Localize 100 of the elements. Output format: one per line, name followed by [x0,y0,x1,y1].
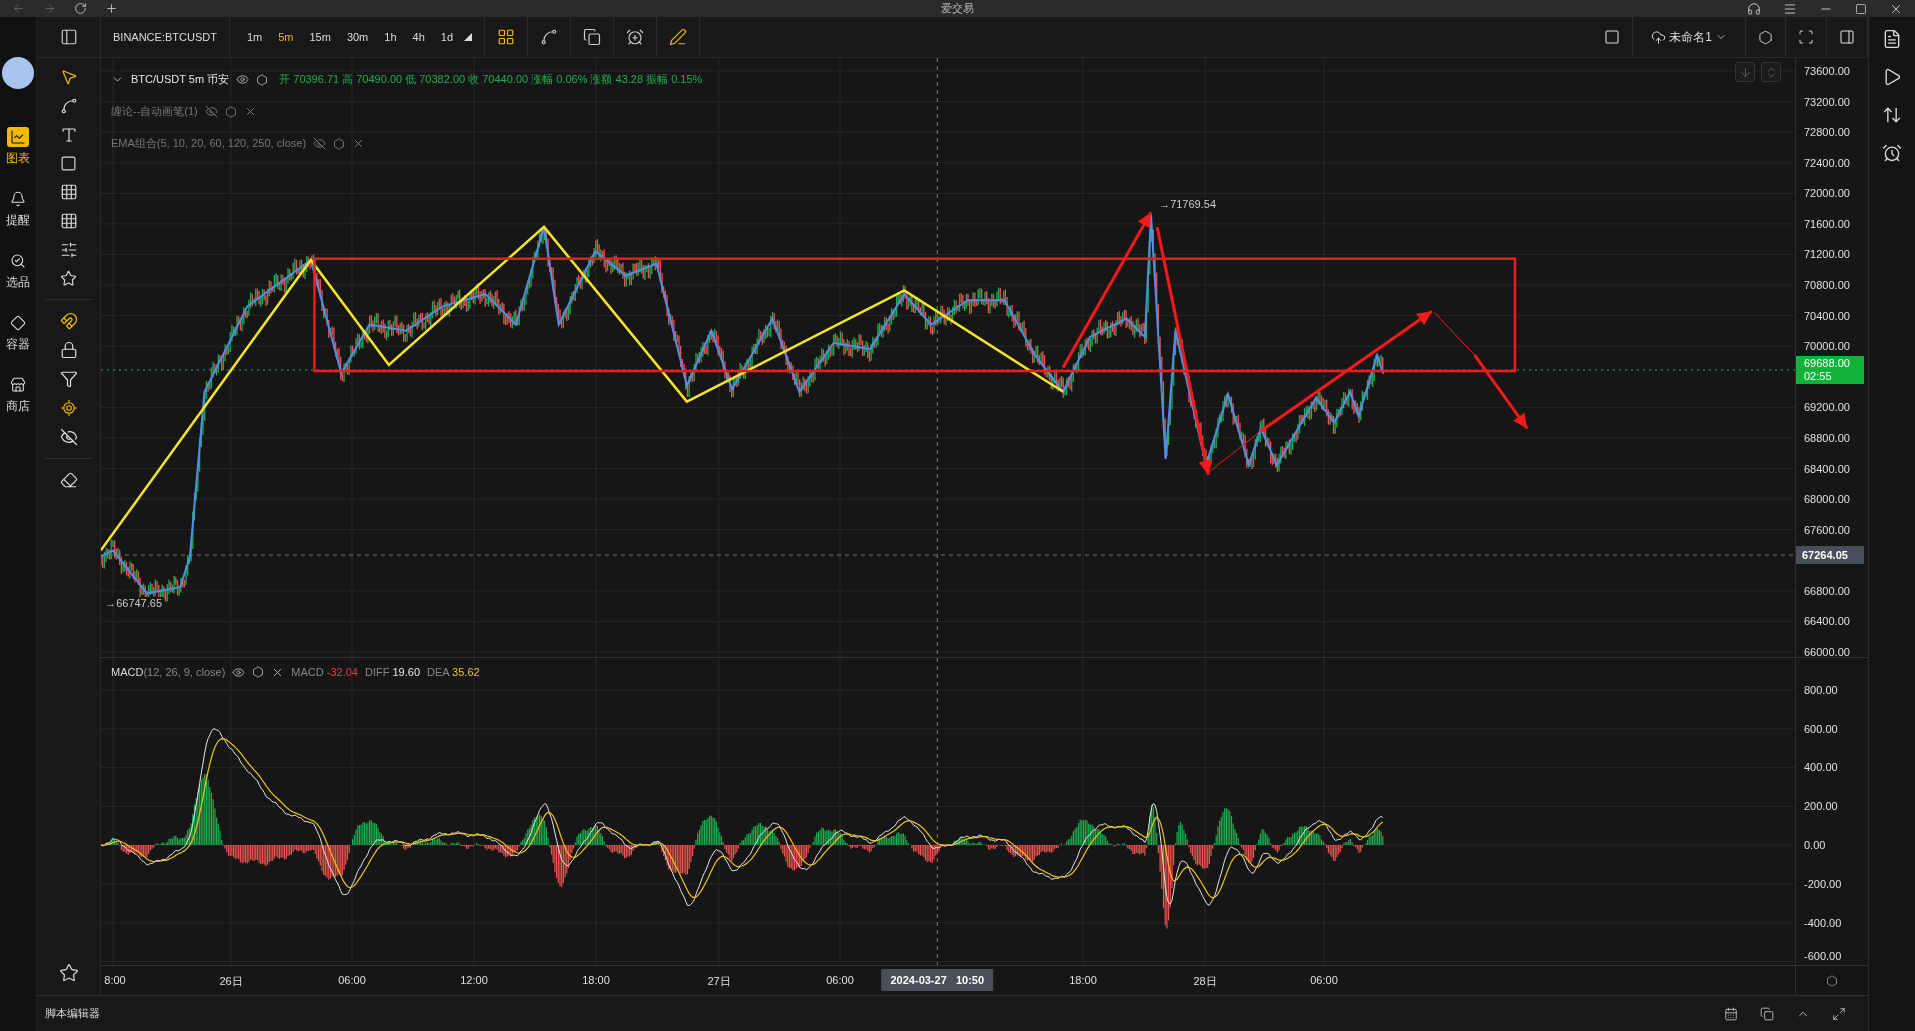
time-tick: 06:00 [826,974,854,987]
symbol-legend: BTC/USDT 5m 币安 [131,72,230,87]
interval-button[interactable]: 15m [304,29,336,45]
time-tick: 12:00 [460,974,488,987]
indicator-name: MACD(12, 26, 9, close) [111,666,226,679]
crosshair-price: 67264.05 [1796,546,1864,564]
eraser-icon[interactable] [59,471,78,489]
time-tick: 26日 [219,974,243,990]
script-editor-title[interactable]: 脚本编辑器 [45,1006,100,1021]
macd-value: MACD -32.04 [291,666,358,679]
macd-tick: -200.00 [1804,877,1842,890]
macd-tick: -400.00 [1804,916,1842,929]
filter-icon[interactable] [59,370,78,388]
indicator-name: EMA组合(5, 10, 20, 60, 120, 250, close) [111,136,307,151]
settings-icon[interactable] [256,73,269,86]
price-tick: 66800.00 [1804,584,1850,597]
eye-icon[interactable] [232,665,246,679]
interval-button[interactable]: 4h [407,29,430,45]
time-tick: 06:00 [338,974,366,987]
reload-icon[interactable] [74,2,87,15]
interval-button[interactable]: 30m [341,29,374,45]
price-tick: 68400.00 [1804,462,1850,475]
sliders-icon[interactable] [59,241,78,259]
interval-button[interactable]: 1m [241,29,268,45]
price-tick: 73200.00 [1804,95,1850,108]
grid-icon[interactable] [59,212,78,230]
target-icon[interactable] [59,399,78,417]
panel-right-icon[interactable] [1839,29,1855,45]
new-tab-icon[interactable] [105,2,118,15]
macd-tick: 800.00 [1804,683,1838,696]
text-icon[interactable] [59,126,78,144]
swap-icon[interactable] [1882,105,1902,125]
settings-icon[interactable] [1758,29,1773,45]
sidebar-item[interactable]: 商店 [6,375,30,415]
favorite-icon[interactable] [58,963,79,983]
price-tick: 73600.00 [1804,65,1850,77]
sidebar-item[interactable]: 容器 [6,313,30,353]
price-tick: 68800.00 [1804,431,1850,444]
sidebar-icon [10,129,26,145]
time-tick: 8:00 [104,974,126,987]
alarm-add-icon[interactable] [626,28,645,46]
rectangle-icon[interactable] [60,155,77,172]
menu-icon[interactable] [1783,1,1797,16]
symbol-name[interactable]: BINANCE:BTCUSDT [113,31,217,43]
price-tick: 67600.00 [1804,523,1850,536]
crosshair-time: 2024-03-27 10:50 [881,969,994,992]
sidebar-toggle-icon[interactable] [59,28,78,46]
interval-button[interactable]: 1h [379,29,402,45]
dropdown-triangle-icon[interactable] [464,33,473,41]
headset-icon[interactable] [1747,1,1761,16]
avatar[interactable] [2,57,34,89]
draw-icon[interactable] [669,28,688,46]
price-tick: 66000.00 [1804,646,1850,658]
list-icon[interactable] [1882,29,1902,49]
eye-icon[interactable] [236,73,250,86]
expand-icon[interactable] [1832,1006,1846,1021]
maximize-icon[interactable] [1855,2,1867,15]
layout-menu[interactable]: 未命名1 [1645,27,1733,47]
fullscreen-icon[interactable] [1798,29,1814,45]
calendar-icon[interactable] [1724,1006,1738,1021]
sidebar-icon [10,377,26,393]
interval-button[interactable]: 1d [435,29,459,45]
price-tick: 72800.00 [1804,126,1850,139]
copy-icon[interactable] [1760,1006,1774,1021]
cursor-icon[interactable] [59,68,78,86]
alarm-icon[interactable] [1882,143,1902,163]
price-tick: 71600.00 [1804,217,1850,230]
price-tick: 70800.00 [1804,279,1850,292]
price-tick: 69200.00 [1804,401,1850,414]
macd-tick: -600.00 [1804,949,1842,962]
settings-icon[interactable] [1826,974,1838,987]
price-tick: 71200.00 [1804,248,1850,261]
square-icon[interactable] [1604,29,1621,45]
time-tick: 06:00 [1310,974,1338,987]
last-price-badge: 69688.00 02:55 [1796,356,1864,384]
price-tick: 68000.00 [1804,493,1850,506]
lock-icon[interactable] [59,341,78,359]
interval-button[interactable]: 5m [273,29,299,45]
polyline-icon[interactable] [59,97,78,115]
sidebar-icon [10,191,26,207]
settings-icon[interactable] [224,105,237,118]
time-tick: 18:00 [1069,974,1097,987]
compare-icon[interactable] [583,28,602,46]
macd-value: DEA 35.62 [427,666,480,679]
macd-tick: 400.00 [1804,761,1838,774]
macd-value: DIFF 19.60 [365,666,421,679]
indicator-icon[interactable] [540,28,559,46]
sidebar-item[interactable]: 提醒 [6,189,30,229]
sidebar-icon [10,315,26,331]
price-tick: 70400.00 [1804,309,1850,322]
sidebar-item[interactable]: 图表 [6,127,30,167]
settings-icon[interactable] [333,137,346,150]
settings-icon[interactable] [252,666,265,679]
price-tick: 72400.00 [1804,156,1850,169]
price-tick: 66400.00 [1804,615,1850,628]
magnet-icon[interactable] [59,312,78,330]
arrow-down-icon [1738,65,1752,79]
sidebar-item[interactable]: 选品 [6,251,30,291]
price-tick: 70000.00 [1804,340,1850,353]
star-icon[interactable] [60,270,77,287]
